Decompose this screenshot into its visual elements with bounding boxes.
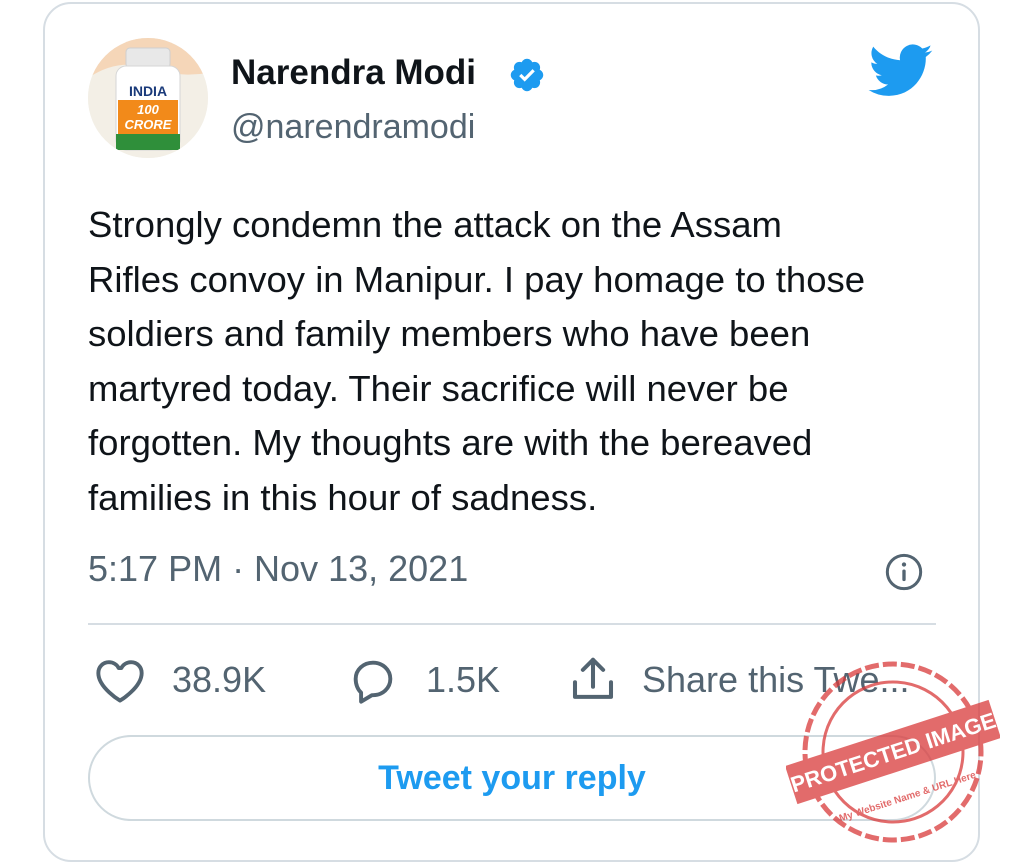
tweet-line: forgotten. My thoughts are with the bere…: [88, 422, 813, 463]
avatar-text-crore: CRORE: [125, 117, 172, 132]
avatar-text-india: INDIA: [129, 83, 167, 99]
user-name[interactable]: Narendra Modi: [231, 53, 476, 93]
avatar-text-100: 100: [137, 102, 159, 117]
like-button[interactable]: 38.9K: [94, 652, 266, 708]
tweet-line: soldiers and family members who have bee…: [88, 313, 811, 354]
tweet-line: Strongly condemn the attack on the Assam: [88, 204, 782, 245]
like-count: 38.9K: [172, 659, 267, 700]
tweet-timestamp[interactable]: 5:17 PM · Nov 13, 2021: [88, 548, 468, 590]
share-icon: [572, 657, 614, 699]
tweet-text: Strongly condemn the attack on the Assam…: [88, 198, 938, 525]
watermark-text: PROTECTED IMAGE: [788, 708, 999, 798]
reply-bubble-icon: [353, 660, 393, 704]
info-icon[interactable]: [884, 552, 924, 592]
tweet-line: Rifles convoy in Manipur. I pay homage t…: [88, 258, 866, 300]
verified-badge-icon: [510, 58, 544, 92]
tweet-line: martyred today. Their sacrifice will nev…: [88, 367, 789, 409]
reply-count: 1.5K: [426, 659, 501, 700]
divider: [88, 623, 936, 625]
twitter-bird-icon: [868, 44, 933, 96]
protected-image-watermark: PROTECTED IMAGE My Website Name & URL He…: [786, 661, 1000, 843]
heart-icon: [96, 660, 144, 703]
user-handle[interactable]: @narendramodi: [231, 108, 475, 147]
avatar[interactable]: INDIA 100 CRORE: [88, 38, 208, 158]
reply-button[interactable]: 1.5K: [346, 652, 500, 708]
tweet-line: families in this hour of sadness.: [88, 476, 598, 518]
